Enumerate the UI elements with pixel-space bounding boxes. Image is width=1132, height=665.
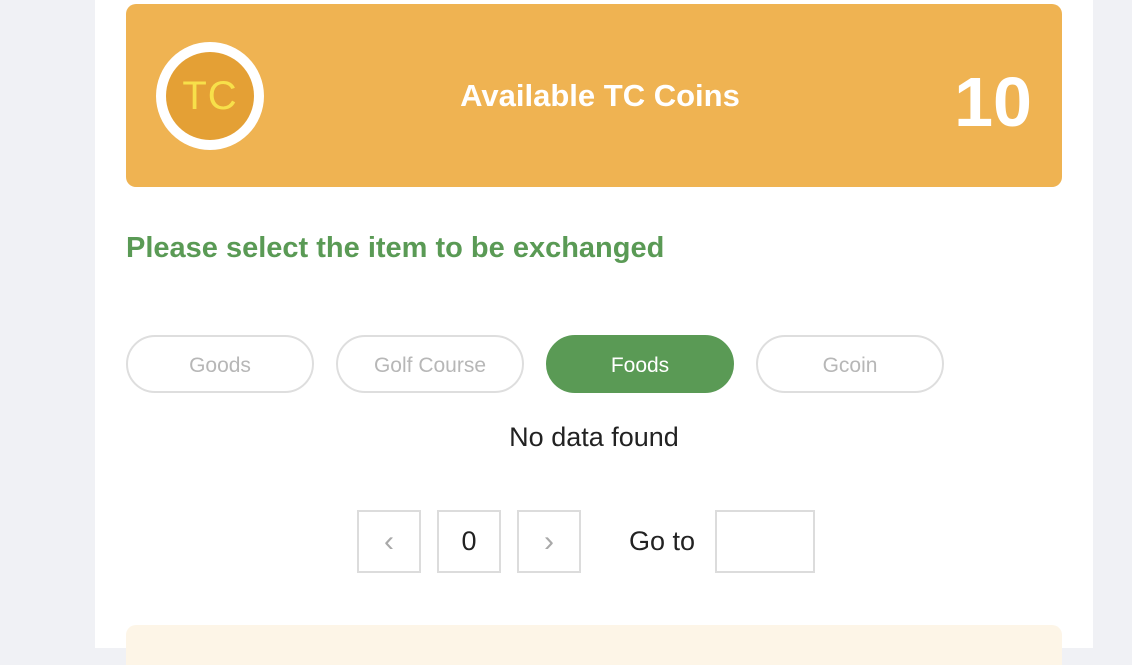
goto-label: Go to <box>629 526 696 556</box>
coin-badge-text: TC <box>166 52 254 140</box>
exchange-instruction: Please select the item to be exchanged <box>126 232 665 264</box>
tab-goods[interactable]: Goods <box>126 335 314 393</box>
chevron-left-icon: ‹ <box>384 525 394 558</box>
current-page-indicator: 0 <box>437 510 501 573</box>
coin-balance-title: Available TC Coins <box>460 78 740 113</box>
next-page-button[interactable]: › <box>517 510 581 573</box>
prev-page-button[interactable]: ‹ <box>357 510 421 573</box>
tc-coin-icon: TC <box>156 42 264 150</box>
coin-balance-value: 10 <box>954 63 1032 141</box>
tab-golf-course[interactable]: Golf Course <box>336 335 524 393</box>
empty-state-message: No data found <box>509 422 679 452</box>
goto-page-input[interactable] <box>715 510 815 573</box>
tab-foods[interactable]: Foods <box>546 335 734 393</box>
chevron-right-icon: › <box>544 525 554 558</box>
tab-gcoin[interactable]: Gcoin <box>756 335 944 393</box>
bottom-info-card <box>126 625 1062 665</box>
